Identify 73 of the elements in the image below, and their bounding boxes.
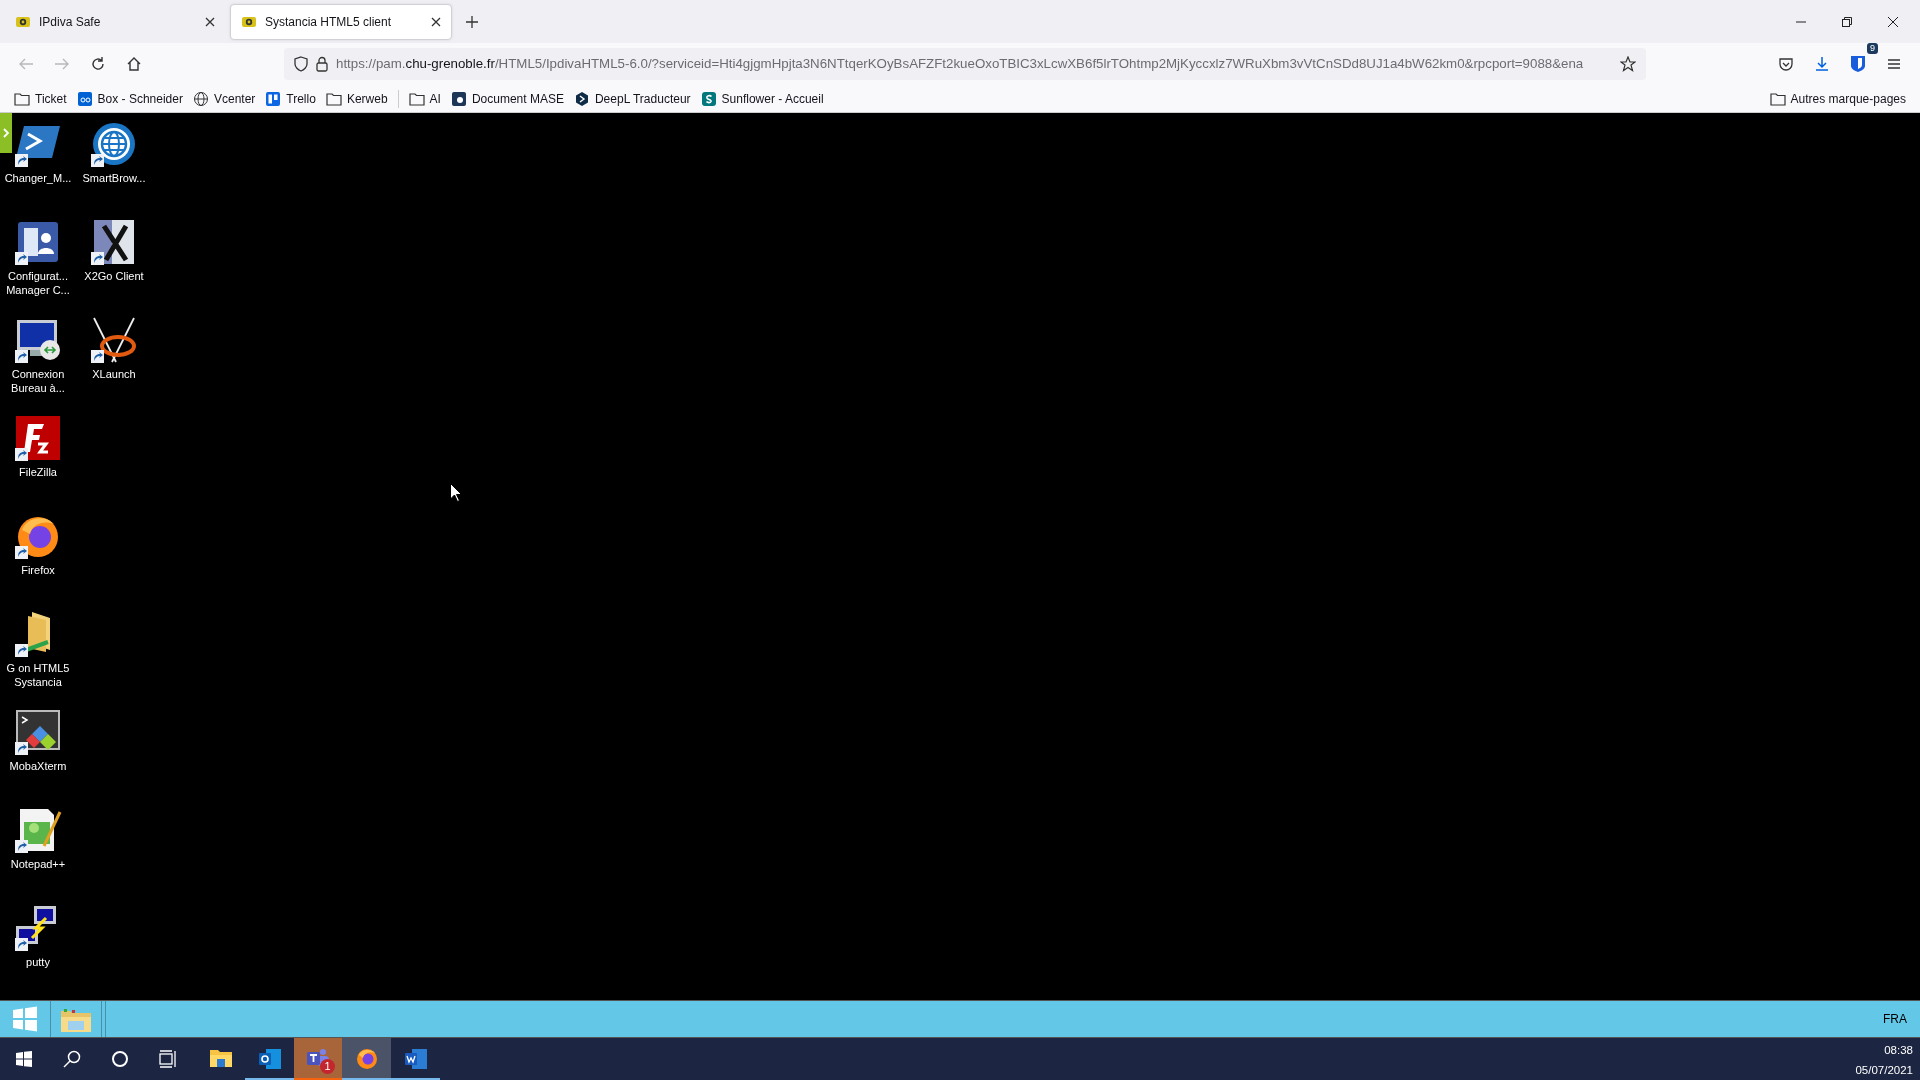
bookmark-link[interactable]: Kerweb: [321, 87, 392, 110]
icon-label: Firefox: [21, 563, 55, 577]
bookmark-link[interactable]: DeepL Traducteur: [569, 87, 695, 110]
bookmark-link[interactable]: Box - Schneider: [72, 87, 187, 110]
side-handle[interactable]: [0, 113, 12, 153]
folder-icon: [1769, 90, 1786, 107]
time-text: 08:38: [1883, 1043, 1913, 1058]
task-view-icon: [159, 1050, 177, 1068]
lock-icon: [316, 56, 328, 72]
square-logo-icon: [450, 90, 467, 107]
browser-tab[interactable]: IPdiva Safe: [4, 3, 226, 40]
globe-icon: [192, 90, 209, 107]
notification-badge: 1: [320, 1059, 335, 1074]
browser-tab[interactable]: Systancia HTML5 client: [230, 3, 452, 40]
menu-icon[interactable]: [1886, 56, 1902, 72]
icon-label: Changer_M...: [4, 171, 72, 185]
mail-icon: [257, 1047, 282, 1071]
close-icon[interactable]: [1888, 16, 1898, 27]
address-bar[interactable]: https://pam.chu-grenoble.fr/HTML5/IpdivaHTML5-6.0/?serviceid=Hti4gjgmHpjta3N6NTtqerKOyBsAFZFt2kueOxoTBIC3xLcwXB6f5lrTOhtmp2MjKyccxlz7WRuXbm3vVtCnSDd8UJ1a4bW62km0&rpcport=9088&ena: [284, 48, 1646, 80]
close-icon[interactable]: [431, 16, 441, 27]
icon-label: putty: [26, 955, 50, 969]
bookmark-link[interactable]: Sunflower - Accueil: [696, 87, 828, 110]
board-icon: [265, 90, 282, 107]
bookmark-link[interactable]: Autres marque-pages: [1765, 87, 1910, 110]
document-icon: [403, 1047, 428, 1071]
star-icon[interactable]: [1620, 56, 1636, 72]
icon-label: G on HTML5 Systancia: [6, 661, 70, 689]
hexagon-logo-icon: [573, 90, 590, 107]
folder-icon: [325, 90, 342, 107]
download-icon[interactable]: [1814, 56, 1830, 72]
icon-label: FileZilla: [19, 465, 57, 479]
close-icon[interactable]: [205, 16, 215, 27]
date-text: 05/07/2021: [1855, 1063, 1913, 1079]
taskbar-app-button[interactable]: 1: [294, 1038, 342, 1080]
folder-icon: [14, 90, 30, 107]
slash-logo-icon[interactable]: [14, 414, 62, 462]
count-badge: 9: [1867, 43, 1878, 54]
language-indicator[interactable]: FRA: [1883, 1010, 1920, 1028]
folder-icon: [408, 90, 425, 107]
square-logo-icon: [76, 90, 93, 107]
url-text: https://pam.chu-grenoble.fr/HTML5/IpdivaHTML5-6.0/?serviceid=Hti4gjgmHpjta3N6NTtqerKOyBsAFZFt2kueOxoTBIC3xLcwXB6f5lrTOhtmp2MjKyccxlz7WRuXbm3vVtCnSDd8UJ1a4bW62km0&rpcport=9088&ena: [336, 55, 1585, 74]
plus-icon[interactable]: [465, 14, 479, 29]
bookmark-link[interactable]: Document MASE: [446, 87, 568, 110]
icon-label: Configurat... Manager C...: [6, 269, 70, 297]
icon-label: Notepad++: [10, 857, 66, 871]
square-logo-icon: [700, 90, 717, 107]
icon-label: XLaunch: [92, 367, 136, 381]
windows-logo-icon: [16, 1051, 32, 1067]
icon-label: Connexion Bureau à...: [11, 367, 65, 395]
restore-icon[interactable]: [1842, 16, 1852, 27]
chevron-icon: [3, 128, 9, 138]
clock[interactable]: 08:38 05/07/2021: [1855, 1038, 1920, 1080]
windows-logo-icon: [11, 1005, 39, 1033]
icon-label: X2Go Client: [84, 269, 144, 283]
shield-icon[interactable]: [1850, 55, 1866, 73]
bookmark-link[interactable]: Ticket: [10, 87, 71, 110]
bookmark-link[interactable]: Vcenter: [188, 87, 260, 110]
bookmark-link[interactable]: AI: [404, 87, 445, 110]
fox-globe-icon: [354, 1047, 379, 1071]
document-pencil-icon[interactable]: [14, 806, 62, 854]
shield-icon[interactable]: [294, 56, 308, 72]
search-icon: [63, 1050, 81, 1068]
circle-icon: [111, 1050, 129, 1068]
cursor-icon: [450, 483, 462, 503]
pocket-icon[interactable]: [1778, 56, 1794, 72]
globe-icon[interactable]: [90, 120, 138, 168]
reload-icon[interactable]: [90, 56, 106, 72]
icon-label: SmartBrow...: [82, 171, 146, 185]
x-orbit-icon[interactable]: [90, 316, 138, 364]
icon-label: MobaXterm: [9, 759, 67, 773]
bookmark-link[interactable]: Trello: [261, 87, 320, 110]
home-icon[interactable]: [126, 56, 142, 72]
terminal-blocks-icon[interactable]: [14, 708, 62, 756]
